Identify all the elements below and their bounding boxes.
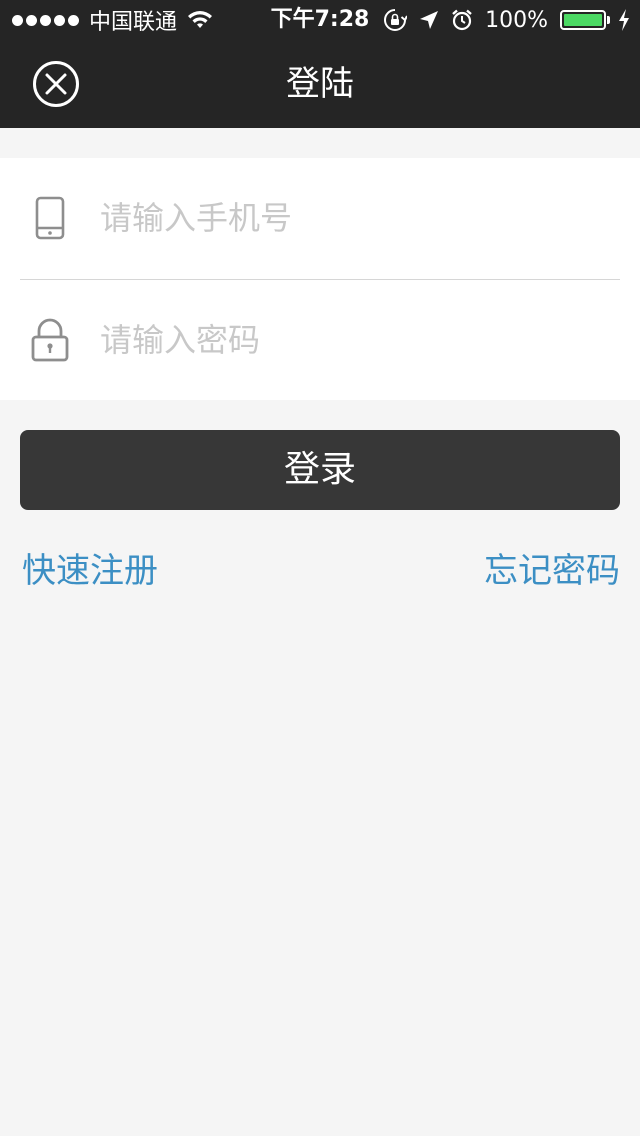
close-icon[interactable] (32, 60, 80, 108)
header: 中国联通 下午7:28 100% 登陆 (0, 0, 640, 128)
status-right: 100% (383, 0, 630, 40)
page-title: 登陆 (286, 64, 354, 104)
password-field-row (0, 280, 640, 400)
battery-percent: 100% (485, 7, 548, 33)
battery-fill (564, 14, 602, 26)
location-arrow-icon (420, 11, 439, 29)
lock-icon (31, 318, 69, 362)
nav-bar: 登陆 (0, 40, 640, 128)
rotation-lock-icon (384, 9, 408, 31)
phone-field-row (0, 158, 640, 278)
charging-bolt-icon (619, 9, 629, 31)
status-bar: 中国联通 下午7:28 100% (0, 0, 640, 40)
alarm-icon (452, 9, 472, 31)
forgot-password-link[interactable]: 忘记密码 (484, 548, 620, 594)
battery-icon (560, 10, 610, 30)
password-input[interactable] (100, 310, 600, 370)
mobile-phone-icon (35, 196, 65, 240)
register-link[interactable]: 快速注册 (22, 548, 158, 594)
login-button[interactable]: 登录 (20, 430, 620, 510)
login-form (0, 158, 640, 400)
phone-input[interactable] (100, 188, 600, 248)
